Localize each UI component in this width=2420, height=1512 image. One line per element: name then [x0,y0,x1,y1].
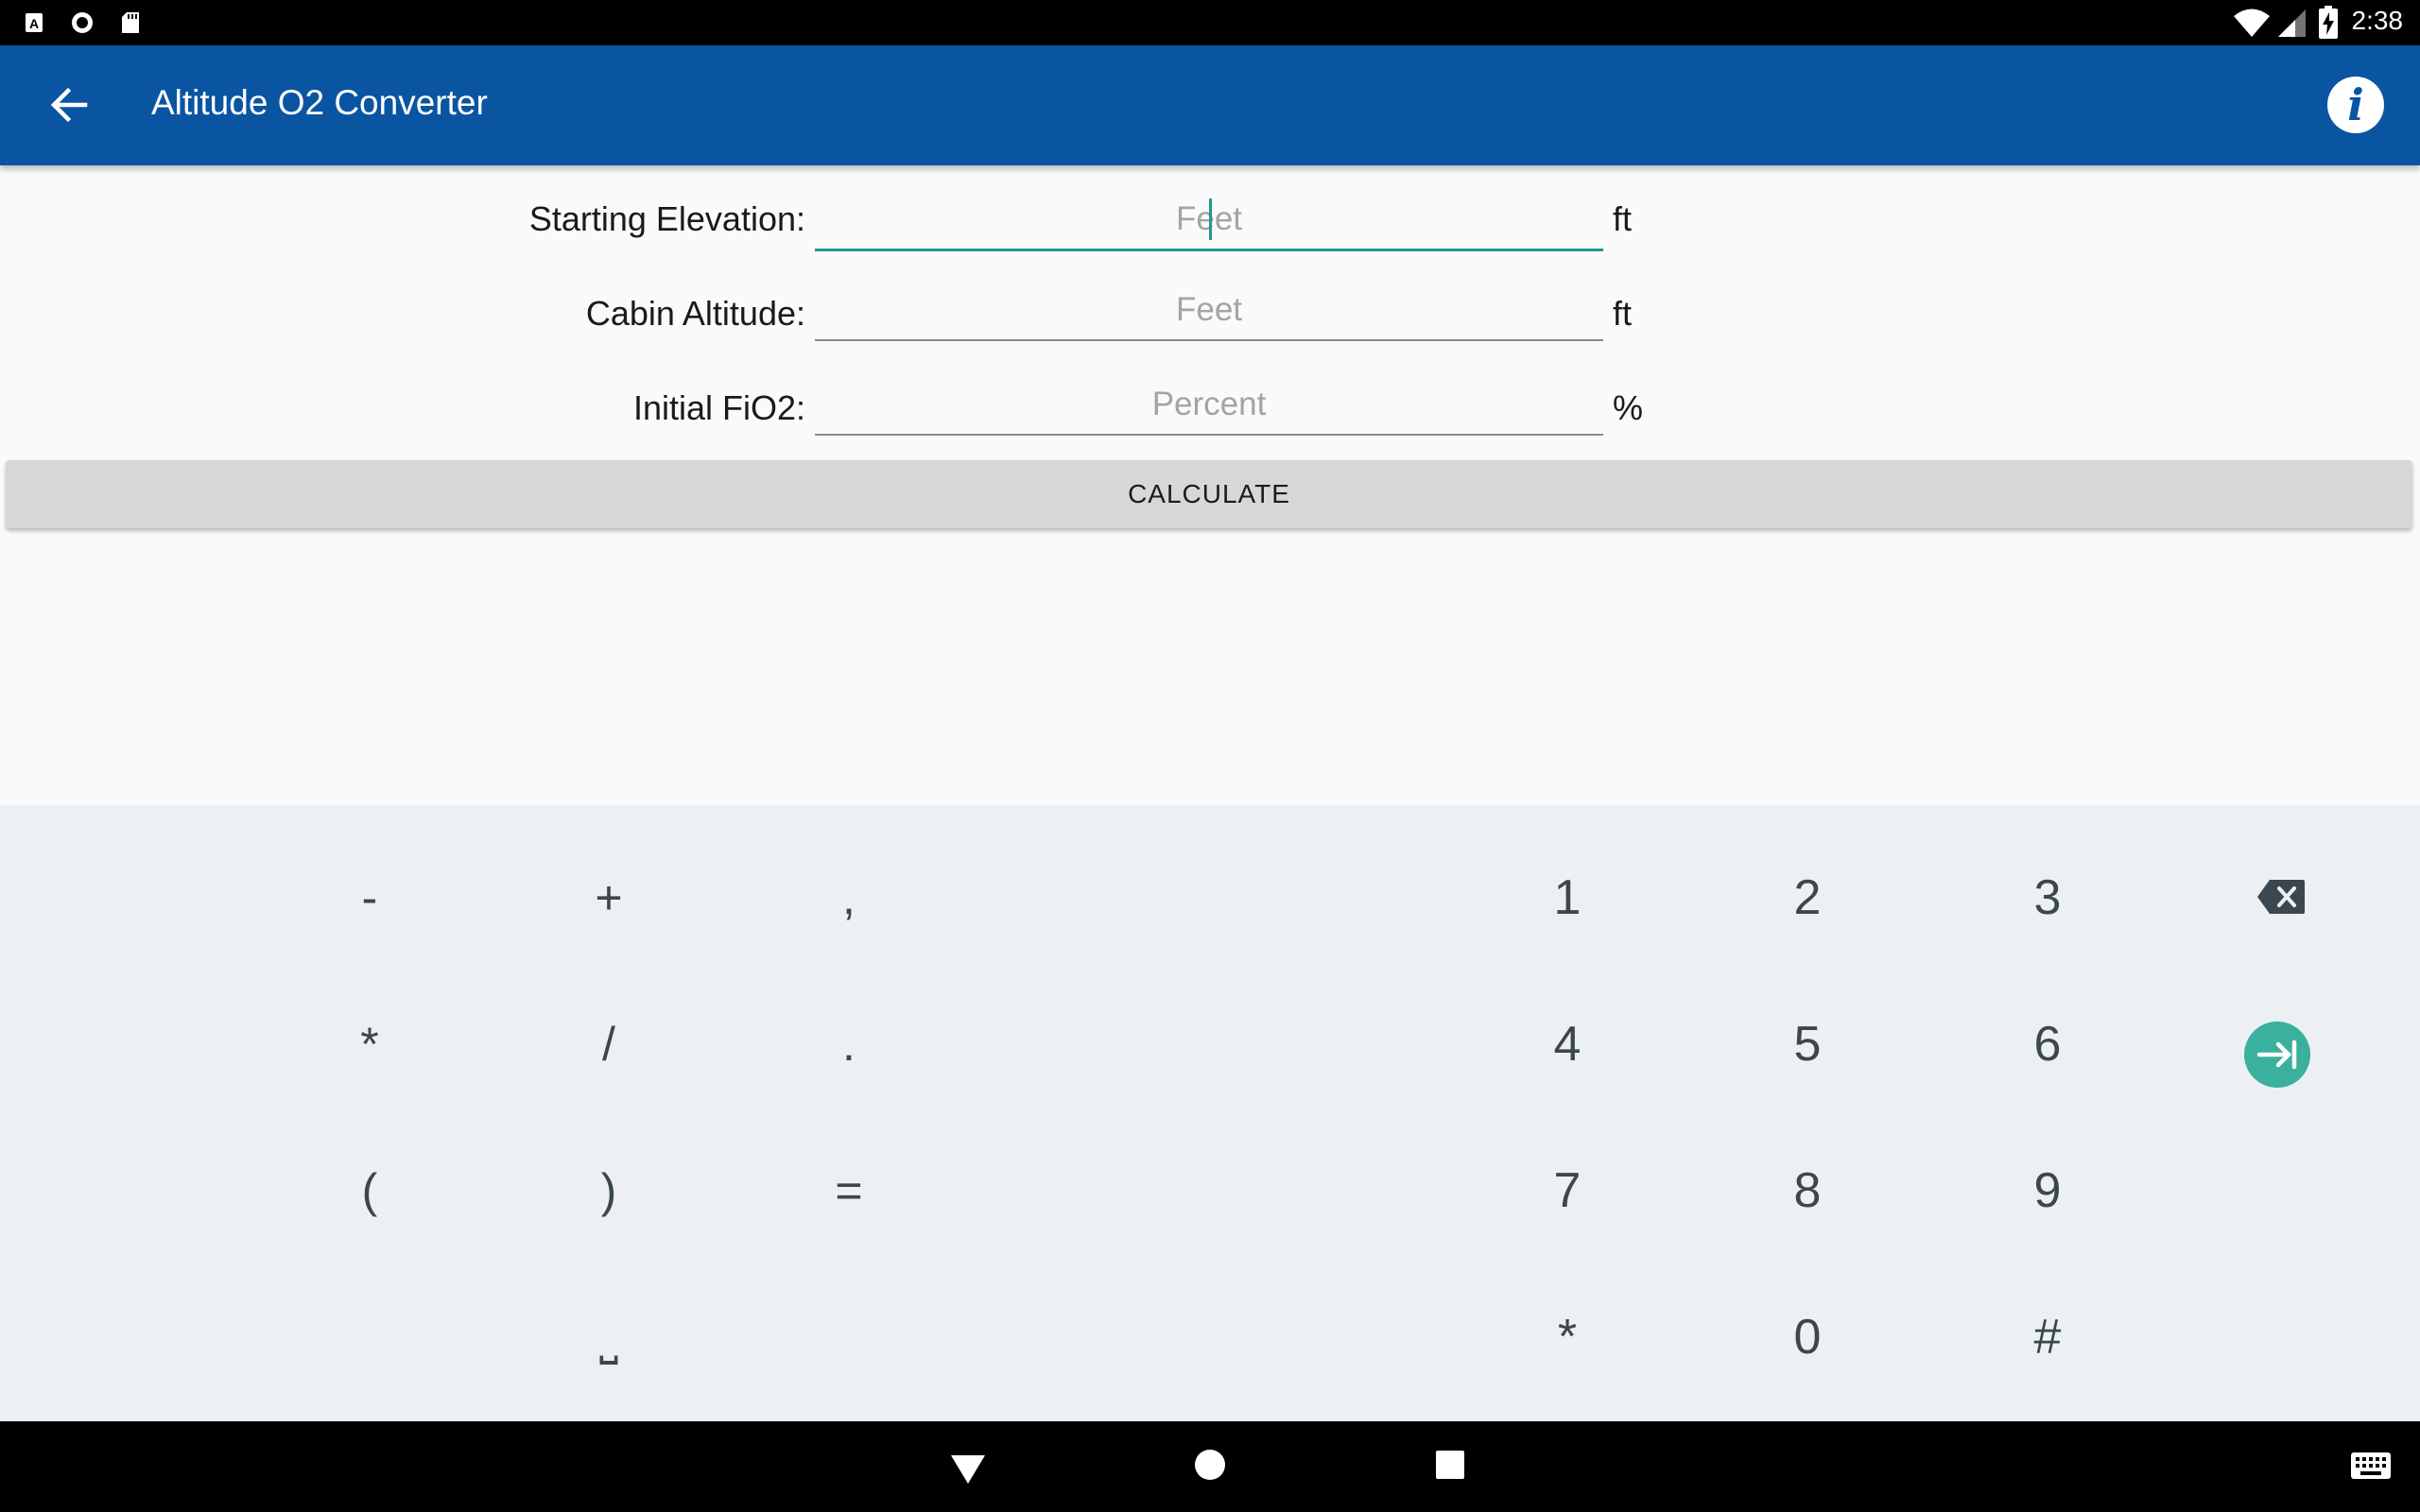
info-icon: i [2347,79,2364,130]
key-2[interactable]: 2 [1722,841,1893,954]
key-8[interactable]: 8 [1722,1134,1893,1247]
sd-card-icon [122,12,139,33]
key-space[interactable]: ⎵ [524,1280,694,1394]
status-time: 2:38 [2351,6,2404,35]
arrow-back-icon [50,87,88,123]
key-3[interactable]: 3 [1962,841,2133,954]
keyboard-switch-icon[interactable] [2350,1452,2392,1480]
initial-fio2-label: Initial FiO2: [632,388,805,427]
cabin-altitude-input[interactable] [815,281,1603,341]
status-bar: A 2:38 [0,0,2420,45]
key-7[interactable]: 7 [1482,1134,1652,1247]
tab-next-key[interactable] [2244,1022,2310,1088]
key-period[interactable]: . [764,988,934,1101]
signal-icon [2278,9,2306,37]
back-button[interactable] [36,72,102,138]
backspace-icon [2257,880,2305,914]
wifi-icon [2234,9,2270,37]
page-title: Altitude O2 Converter [151,83,488,122]
key-minus[interactable]: - [285,841,455,954]
starting-elevation-unit: ft [1613,199,1633,238]
key-plus[interactable]: + [524,841,694,954]
svg-text:A: A [29,16,39,31]
key-equals[interactable]: = [764,1134,934,1247]
initial-fio2-unit: % [1613,388,1644,427]
a-box-icon: A [26,13,43,32]
key-9[interactable]: 9 [1962,1134,2133,1247]
nav-back-icon[interactable] [949,1448,987,1486]
key-1[interactable]: 1 [1482,841,1652,954]
navigation-bar [0,1421,2420,1512]
key-6[interactable]: 6 [1962,988,2133,1101]
calculate-button[interactable]: CALCULATE [6,460,2412,528]
key-0[interactable]: 0 [1722,1280,1893,1394]
info-button[interactable]: i [2327,77,2384,133]
tab-next-icon [2256,1040,2297,1070]
circle-record-icon [72,12,93,33]
key-comma[interactable]: , [764,841,934,954]
nav-home-icon[interactable] [1193,1448,1227,1482]
app-bar: Altitude O2 Converter i [0,45,2420,165]
text-cursor [1209,198,1212,240]
key-asterisk-symbol[interactable]: * [285,988,455,1101]
backspace-key[interactable] [2256,879,2306,915]
key-close-paren[interactable]: ) [524,1134,694,1247]
key-hash[interactable]: # [1962,1280,2133,1394]
cabin-altitude-unit: ft [1613,294,1633,333]
starting-elevation-label: Starting Elevation: [528,199,805,238]
nav-recents-icon[interactable] [1435,1450,1465,1480]
initial-fio2-input[interactable] [815,375,1603,436]
key-5[interactable]: 5 [1722,988,1893,1101]
key-open-paren[interactable]: ( [285,1134,455,1247]
battery-charging-icon [2319,6,2338,39]
cabin-altitude-label: Cabin Altitude: [585,294,805,333]
key-slash[interactable]: / [524,988,694,1101]
key-star[interactable]: * [1482,1280,1652,1394]
key-4[interactable]: 4 [1482,988,1652,1101]
